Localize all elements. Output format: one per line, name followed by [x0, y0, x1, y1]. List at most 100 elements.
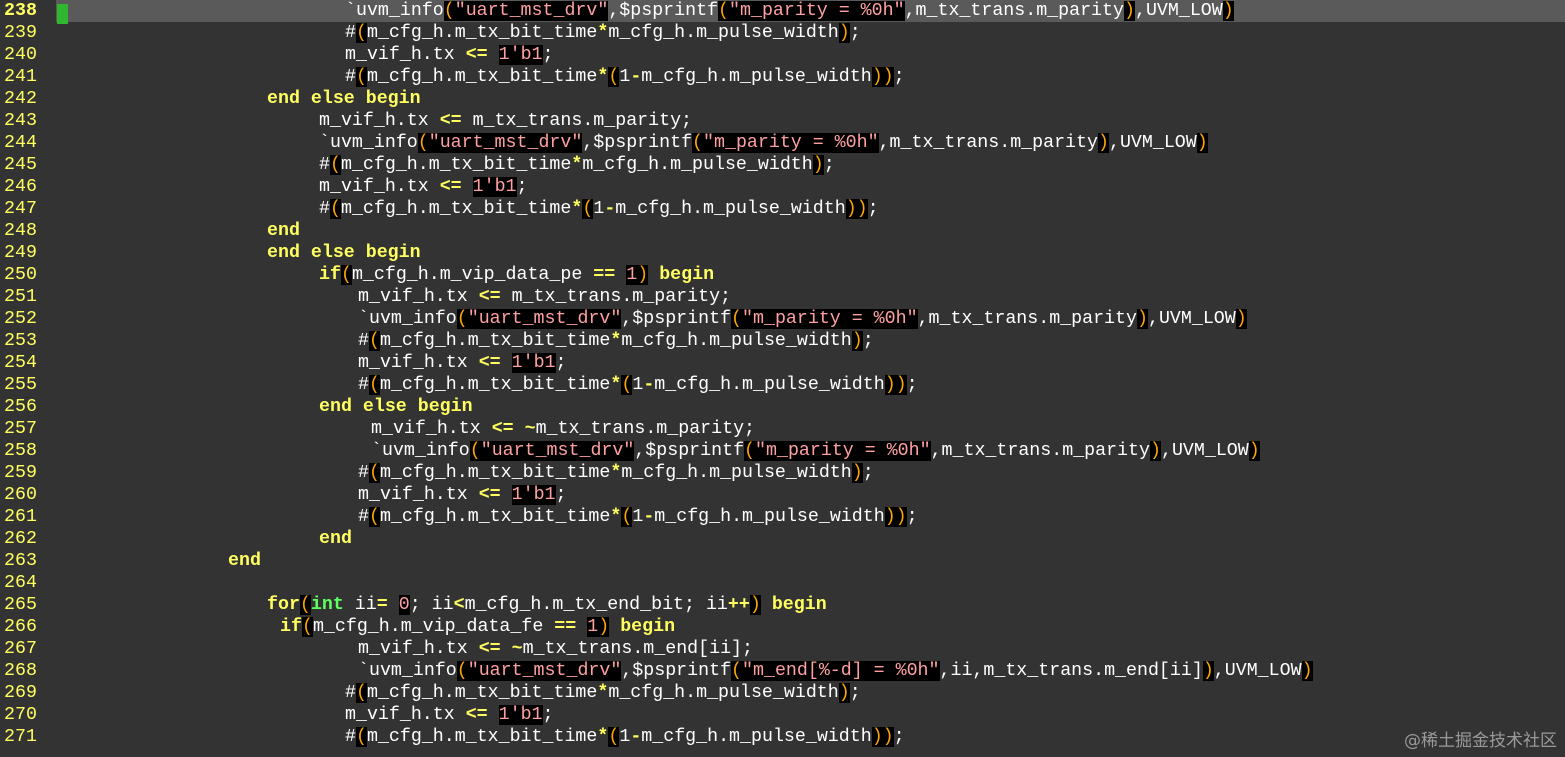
- code-line[interactable]: 254 m_vif_h.tx <= 1'b1;: [0, 352, 1565, 374]
- code-text[interactable]: m_vif_h.tx <= ~m_tx_trans.m_parity;: [371, 418, 755, 440]
- code-text[interactable]: #(m_cfg_h.m_tx_bit_time*m_cfg_h.m_pulse_…: [319, 154, 835, 176]
- code-token: (: [417, 133, 429, 153]
- code-line[interactable]: 245 #(m_cfg_h.m_tx_bit_time*m_cfg_h.m_pul…: [0, 154, 1565, 176]
- code-token: ): [1202, 661, 1214, 681]
- code-text[interactable]: `uvm_info("uart_mst_drv",$psprintf("m_pa…: [358, 308, 1247, 330]
- code-text[interactable]: #(m_cfg_h.m_tx_bit_time*(1-m_cfg_h.m_pul…: [345, 726, 905, 748]
- code-line[interactable]: 258 `uvm_info("uart_mst_drv",$psprintf("m…: [0, 440, 1565, 462]
- code-token: (: [582, 199, 594, 219]
- code-line[interactable]: 243 m_vif_h.tx <= m_tx_trans.m_parity;: [0, 110, 1565, 132]
- code-text[interactable]: m_vif_h.tx <= 1'b1;: [319, 176, 528, 198]
- line-number: 249: [4, 243, 37, 263]
- code-line[interactable]: 262 end: [0, 528, 1565, 550]
- code-line[interactable]: 252 `uvm_info("uart_mst_drv",$psprintf("m…: [0, 308, 1565, 330]
- line-number: 259: [4, 463, 37, 483]
- code-text[interactable]: if(m_cfg_h.m_vip_data_pe == 1) begin: [319, 264, 714, 286]
- code-text[interactable]: m_vif_h.tx <= 1'b1;: [345, 704, 554, 726]
- code-line[interactable]: 271 #(m_cfg_h.m_tx_bit_time*(1-m_cfg_h.m_…: [0, 726, 1565, 748]
- code-token: 1: [593, 199, 605, 219]
- code-text[interactable]: end: [228, 550, 261, 572]
- code-line[interactable]: 253 #(m_cfg_h.m_tx_bit_time*m_cfg_h.m_pul…: [0, 330, 1565, 352]
- code-text[interactable]: #(m_cfg_h.m_tx_bit_time*m_cfg_h.m_pulse_…: [358, 462, 874, 484]
- code-token: (: [355, 727, 367, 747]
- code-text[interactable]: `uvm_info("uart_mst_drv",$psprintf("m_pa…: [345, 0, 1234, 22]
- code-text[interactable]: m_vif_h.tx <= m_tx_trans.m_parity;: [358, 286, 731, 308]
- code-line[interactable]: 240 m_vif_h.tx <= 1'b1;: [0, 44, 1565, 66]
- code-text[interactable]: end: [319, 528, 352, 550]
- code-text[interactable]: #(m_cfg_h.m_tx_bit_time*m_cfg_h.m_pulse_…: [358, 330, 874, 352]
- code-text[interactable]: end else begin: [267, 88, 421, 110]
- code-token: 1: [587, 617, 599, 637]
- code-token: (: [368, 507, 380, 527]
- code-line[interactable]: 244 `uvm_info("uart_mst_drv",$psprintf("m…: [0, 132, 1565, 154]
- code-line[interactable]: 269 #(m_cfg_h.m_tx_bit_time*m_cfg_h.m_pul…: [0, 682, 1565, 704]
- code-token: ): [812, 155, 824, 175]
- code-token: <=: [478, 287, 501, 307]
- code-line[interactable]: 260 m_vif_h.tx <= 1'b1;: [0, 484, 1565, 506]
- code-text[interactable]: end else begin: [319, 396, 473, 418]
- code-line[interactable]: 241 #(m_cfg_h.m_tx_bit_time*(1-m_cfg_h.m_…: [0, 66, 1565, 88]
- code-text[interactable]: #(m_cfg_h.m_tx_bit_time*(1-m_cfg_h.m_pul…: [358, 374, 918, 396]
- code-text[interactable]: end else begin: [267, 242, 421, 264]
- code-line[interactable]: 261 #(m_cfg_h.m_tx_bit_time*(1-m_cfg_h.m_…: [0, 506, 1565, 528]
- code-line[interactable]: 265 for(int ii= 0; ii<m_cfg_h.m_tx_end_bi…: [0, 594, 1565, 616]
- code-text[interactable]: `uvm_info("uart_mst_drv",$psprintf("m_pa…: [371, 440, 1260, 462]
- code-token: ,m_tx_trans.m_parity: [930, 441, 1150, 461]
- code-line[interactable]: 251 m_vif_h.tx <= m_tx_trans.m_parity;: [0, 286, 1565, 308]
- code-token: ii: [420, 595, 454, 615]
- code-text[interactable]: #(m_cfg_h.m_tx_bit_time*(1-m_cfg_h.m_pul…: [345, 66, 905, 88]
- code-token: 1: [626, 265, 638, 285]
- code-token: *: [571, 199, 583, 219]
- code-line[interactable]: 263 end: [0, 550, 1565, 572]
- code-line[interactable]: 255 #(m_cfg_h.m_tx_bit_time*(1-m_cfg_h.m_…: [0, 374, 1565, 396]
- code-token: if: [280, 617, 302, 637]
- code-editor[interactable]: 238 `uvm_info("uart_mst_drv",$psprintf("m…: [0, 0, 1565, 757]
- code-token: ,UVM_LOW: [1147, 309, 1236, 329]
- code-line[interactable]: 266 if(m_cfg_h.m_vip_data_fe == 1) begin: [0, 616, 1565, 638]
- code-token: (: [744, 441, 756, 461]
- code-text[interactable]: m_vif_h.tx <= ~m_tx_trans.m_end[ii];: [358, 638, 753, 660]
- code-line[interactable]: 250 if(m_cfg_h.m_vip_data_pe == 1) begin: [0, 264, 1565, 286]
- code-line[interactable]: 267 m_vif_h.tx <= ~m_tx_trans.m_end[ii];: [0, 638, 1565, 660]
- line-number: 265: [4, 595, 37, 615]
- code-token: ==: [554, 617, 577, 637]
- code-line[interactable]: 249 end else begin: [0, 242, 1565, 264]
- code-line[interactable]: 239 #(m_cfg_h.m_tx_bit_time*m_cfg_h.m_pul…: [0, 22, 1565, 44]
- code-token: "uart_mst_drv": [480, 441, 635, 461]
- code-token: <=: [439, 111, 462, 131]
- code-token: 1: [632, 507, 644, 527]
- code-line[interactable]: 256 end else begin: [0, 396, 1565, 418]
- code-token: 1: [632, 375, 644, 395]
- code-line[interactable]: 268 `uvm_info("uart_mst_drv",$psprintf("m…: [0, 660, 1565, 682]
- code-line[interactable]: 242 end else begin: [0, 88, 1565, 110]
- code-line[interactable]: 247 #(m_cfg_h.m_tx_bit_time*(1-m_cfg_h.m_…: [0, 198, 1565, 220]
- code-token: ;: [906, 507, 918, 527]
- code-text[interactable]: m_vif_h.tx <= 1'b1;: [358, 484, 567, 506]
- code-line[interactable]: 246 m_vif_h.tx <= 1'b1;: [0, 176, 1565, 198]
- code-line[interactable]: 270 m_vif_h.tx <= 1'b1;: [0, 704, 1565, 726]
- code-line[interactable]: 238 `uvm_info("uart_mst_drv",$psprintf("m…: [0, 0, 1565, 24]
- code-text[interactable]: m_vif_h.tx <= 1'b1;: [358, 352, 567, 374]
- code-line[interactable]: 257 m_vif_h.tx <= ~m_tx_trans.m_parity;: [0, 418, 1565, 440]
- code-line[interactable]: 259 #(m_cfg_h.m_tx_bit_time*m_cfg_h.m_pul…: [0, 462, 1565, 484]
- code-line[interactable]: 248 end: [0, 220, 1565, 242]
- code-token: <=: [478, 353, 501, 373]
- code-text[interactable]: #(m_cfg_h.m_tx_bit_time*m_cfg_h.m_pulse_…: [345, 22, 861, 44]
- code-text[interactable]: m_vif_h.tx <= m_tx_trans.m_parity;: [319, 110, 692, 132]
- code-token: (: [329, 155, 341, 175]
- code-text[interactable]: `uvm_info("uart_mst_drv",$psprintf("m_pa…: [319, 132, 1208, 154]
- code-text[interactable]: if(m_cfg_h.m_vip_data_fe == 1) begin: [280, 616, 675, 638]
- code-text[interactable]: for(int ii= 0; ii<m_cfg_h.m_tx_end_bit; …: [267, 594, 827, 616]
- code-line[interactable]: 264: [0, 572, 1565, 594]
- code-text[interactable]: m_vif_h.tx <= 1'b1;: [345, 44, 554, 66]
- code-text[interactable]: end: [267, 220, 300, 242]
- code-text[interactable]: `uvm_info("uart_mst_drv",$psprintf("m_en…: [358, 660, 1313, 682]
- code-text[interactable]: #(m_cfg_h.m_tx_bit_time*(1-m_cfg_h.m_pul…: [319, 198, 879, 220]
- code-token: "uart_mst_drv": [454, 1, 609, 21]
- code-token: 1: [619, 727, 631, 747]
- code-text[interactable]: #(m_cfg_h.m_tx_bit_time*m_cfg_h.m_pulse_…: [345, 682, 861, 704]
- code-token: 0: [398, 595, 410, 615]
- code-text[interactable]: #(m_cfg_h.m_tx_bit_time*(1-m_cfg_h.m_pul…: [358, 506, 918, 528]
- code-token: (: [340, 265, 352, 285]
